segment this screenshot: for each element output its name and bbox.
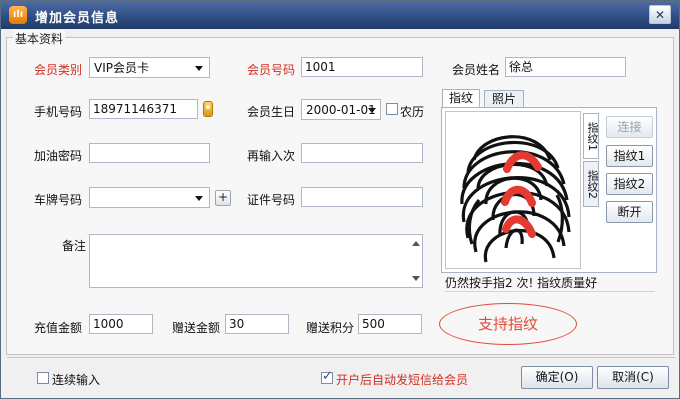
member-no-label: 会员号码 bbox=[247, 63, 296, 77]
title-bar: ılı 增加会员信息 ✕ bbox=[1, 1, 679, 29]
phone-icon[interactable] bbox=[203, 101, 213, 117]
lunar-checkbox[interactable] bbox=[386, 103, 398, 115]
gift-points-input[interactable]: 500 bbox=[358, 314, 422, 334]
plate-label: 车牌号码 bbox=[34, 193, 83, 207]
scroll-down-icon[interactable] bbox=[412, 276, 420, 281]
tab-fingerprint[interactable]: 指纹 bbox=[442, 89, 480, 108]
window-title: 增加会员信息 bbox=[35, 11, 120, 26]
fingerprint-vertical-tabs: 指纹1 指纹2 bbox=[583, 113, 599, 207]
member-no-input[interactable]: 1001 bbox=[301, 57, 423, 77]
birthday-label: 会员生日 bbox=[247, 105, 296, 119]
member-name-input[interactable]: 徐总 bbox=[505, 57, 626, 77]
member-dialog: ılı 增加会员信息 ✕ 基本资料 会员类别 VIP会员卡 会员号码 1001 … bbox=[0, 0, 680, 399]
remark-label: 备注 bbox=[62, 239, 87, 253]
sms-notice-checkbox[interactable] bbox=[321, 369, 333, 384]
gift-points-label: 赠送积分 bbox=[306, 321, 355, 335]
member-type-select[interactable]: VIP会员卡 bbox=[89, 57, 210, 78]
fuel-password-label: 加油密码 bbox=[34, 149, 83, 163]
fingerprint-image bbox=[445, 111, 581, 269]
phone-input[interactable]: 18971146371 bbox=[89, 99, 198, 119]
member-name-label: 会员姓名 bbox=[452, 63, 501, 77]
id-no-label: 证件号码 bbox=[247, 193, 296, 207]
vtab-fingerprint-1[interactable]: 指纹1 bbox=[583, 113, 599, 159]
topup-input[interactable]: 1000 bbox=[89, 314, 153, 334]
fingerprint-icon bbox=[460, 135, 571, 263]
phone-label: 手机号码 bbox=[34, 105, 83, 119]
lunar-label: 农历 bbox=[400, 105, 425, 119]
remark-textarea[interactable] bbox=[89, 234, 423, 288]
footer-divider bbox=[7, 357, 675, 358]
app-icon: ılı bbox=[9, 6, 27, 24]
ok-button[interactable]: 确定(O) bbox=[521, 366, 593, 389]
fingerprint-panel: 指纹1 指纹2 连接 指纹1 指纹2 断开 bbox=[441, 107, 657, 273]
tab-photo[interactable]: 照片 bbox=[484, 90, 524, 108]
continuous-input-label: 连续输入 bbox=[52, 373, 101, 387]
fingerprint-2-button[interactable]: 指纹2 bbox=[606, 173, 653, 195]
close-icon: ✕ bbox=[654, 8, 666, 22]
topup-label: 充值金额 bbox=[34, 321, 83, 335]
gift-amount-label: 赠送金额 bbox=[172, 321, 221, 335]
cancel-button[interactable]: 取消(C) bbox=[597, 366, 669, 389]
id-no-input[interactable] bbox=[301, 187, 423, 207]
vtab-fingerprint-2[interactable]: 指纹2 bbox=[583, 161, 599, 207]
plate-select[interactable] bbox=[89, 187, 210, 208]
fuel-password-input[interactable] bbox=[89, 143, 210, 163]
calendar-dropdown-icon bbox=[368, 108, 376, 113]
chevron-down-icon bbox=[195, 66, 203, 71]
close-button[interactable]: ✕ bbox=[649, 5, 671, 24]
member-type-value: VIP会员卡 bbox=[94, 61, 149, 75]
reenter-password-input[interactable] bbox=[301, 143, 423, 163]
reenter-password-label: 再输入次 bbox=[247, 149, 296, 163]
fingerprint-support-note: 支持指纹 bbox=[439, 303, 577, 345]
continuous-input-checkbox[interactable] bbox=[37, 372, 49, 384]
fingerprint-1-button[interactable]: 指纹1 bbox=[606, 145, 653, 167]
add-plate-button[interactable]: + bbox=[215, 190, 231, 206]
sms-notice-label: 开户后自动发短信给会员 bbox=[336, 373, 469, 387]
scroll-up-icon[interactable] bbox=[412, 241, 420, 246]
chevron-down-icon bbox=[195, 196, 203, 201]
birthday-value: 2000-01-01 bbox=[306, 103, 376, 117]
connect-button[interactable]: 连接 bbox=[606, 116, 653, 138]
disconnect-button[interactable]: 断开 bbox=[606, 201, 653, 223]
fingerprint-status: 仍然按手指2 次! 指纹质量好 bbox=[445, 275, 655, 292]
birthday-picker[interactable]: 2000-01-01 bbox=[301, 99, 381, 120]
member-type-label: 会员类别 bbox=[34, 63, 83, 77]
basic-info-title: 基本资料 bbox=[13, 30, 66, 47]
gift-amount-input[interactable]: 30 bbox=[225, 314, 289, 334]
